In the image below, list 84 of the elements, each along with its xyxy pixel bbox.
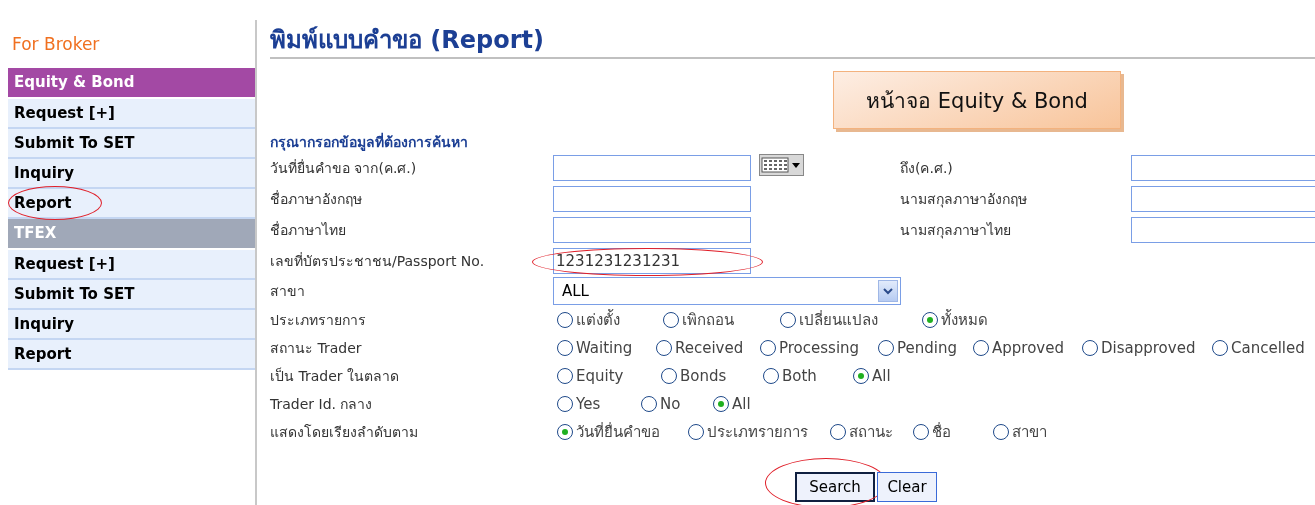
radio-option[interactable]: แต่งตั้ง xyxy=(557,308,663,332)
sidebar-section-header[interactable]: Equity & Bond xyxy=(8,68,255,97)
sidebar-item[interactable]: Request [+] xyxy=(8,99,255,129)
radio-button[interactable] xyxy=(661,368,677,384)
radio-option[interactable]: Yes xyxy=(557,395,641,413)
radio-button[interactable] xyxy=(913,424,929,440)
radio-option[interactable]: All xyxy=(853,367,903,385)
text-field[interactable] xyxy=(553,216,751,243)
field-label: ถึง(ค.ศ.) xyxy=(900,158,954,178)
sidebar-title: For Broker xyxy=(11,33,101,56)
radio-button[interactable] xyxy=(557,312,573,328)
calendar-icon[interactable] xyxy=(759,154,804,176)
radio-button[interactable] xyxy=(688,424,704,440)
radio-button[interactable] xyxy=(993,424,1009,440)
radio-option[interactable]: สถานะ xyxy=(830,420,913,444)
text-field[interactable] xyxy=(1131,216,1315,243)
radio-option[interactable]: Approved xyxy=(973,339,1082,357)
field-label: สถานะ Trader xyxy=(270,339,363,358)
callout-label: หน้าจอ Equity & Bond xyxy=(833,71,1121,129)
field-label: Trader Id. กลาง xyxy=(270,395,374,414)
sidebar-item[interactable]: Report xyxy=(8,189,255,219)
sidebar-item[interactable]: Request [+] xyxy=(8,250,255,280)
branch-dropdown[interactable]: ALL xyxy=(553,277,901,305)
radio-option[interactable]: วันที่ยื่นคำขอ xyxy=(557,420,688,444)
page-title: พิมพ์แบบคำขอ (Report) xyxy=(270,25,545,56)
radio-option[interactable]: Received xyxy=(656,339,760,357)
radio-button[interactable] xyxy=(557,424,573,440)
radio-button[interactable] xyxy=(763,368,779,384)
radio-button[interactable] xyxy=(641,396,657,412)
sidebar-item[interactable]: Inquiry xyxy=(8,159,255,189)
radio-option[interactable]: เพิกถอน xyxy=(663,308,780,332)
radio-button[interactable] xyxy=(830,424,846,440)
radio-option[interactable]: Waiting xyxy=(557,339,656,357)
field-label: เลขที่บัตรประชาชน/Passport No. xyxy=(270,251,486,271)
radio-option[interactable]: Processing xyxy=(760,339,878,357)
radio-button[interactable] xyxy=(656,340,672,356)
radio-option[interactable]: Pending xyxy=(878,339,973,357)
text-field[interactable] xyxy=(553,185,751,212)
radio-option[interactable]: ทั้งหมด xyxy=(922,308,1012,332)
sidebar-item[interactable]: Report xyxy=(8,340,255,370)
radio-button[interactable] xyxy=(922,312,938,328)
radio-button[interactable] xyxy=(713,396,729,412)
radio-button[interactable] xyxy=(557,368,573,384)
radio-button[interactable] xyxy=(973,340,989,356)
field-label: วันที่ยื่นคำขอ จาก(ค.ศ.) xyxy=(270,158,418,178)
radio-option[interactable]: ประเภทรายการ xyxy=(688,420,830,444)
radio-option[interactable]: All xyxy=(713,395,763,413)
sidebar-item[interactable]: Inquiry xyxy=(8,310,255,340)
radio-button[interactable] xyxy=(663,312,679,328)
radio-button[interactable] xyxy=(853,368,869,384)
radio-option[interactable]: Cancelled xyxy=(1212,339,1305,357)
radio-button[interactable] xyxy=(878,340,894,356)
field-label: นามสกุลภาษาอังกฤษ xyxy=(900,189,1028,210)
search-button[interactable]: Search xyxy=(795,472,875,502)
radio-option[interactable]: ชื่อ xyxy=(913,420,993,444)
radio-option[interactable]: Disapproved xyxy=(1082,339,1212,357)
radio-option[interactable]: สาขา xyxy=(993,420,1053,444)
sidebar-item[interactable]: Submit To SET xyxy=(8,280,255,310)
field-label: ประเภทรายการ xyxy=(270,311,367,330)
radio-option[interactable]: Bonds xyxy=(661,367,763,385)
radio-button[interactable] xyxy=(760,340,776,356)
radio-button[interactable] xyxy=(557,396,573,412)
field-label: ชื่อภาษาไทย xyxy=(270,220,347,240)
clear-button[interactable]: Clear xyxy=(877,472,937,502)
text-field[interactable] xyxy=(1131,154,1315,181)
radio-option[interactable]: เปลี่ยนแปลง xyxy=(780,308,922,332)
radio-button[interactable] xyxy=(1082,340,1098,356)
radio-button[interactable] xyxy=(1212,340,1228,356)
radio-button[interactable] xyxy=(780,312,796,328)
field-label: ชื่อภาษาอังกฤษ xyxy=(270,189,363,209)
chevron-down-icon xyxy=(878,280,898,302)
radio-button[interactable] xyxy=(557,340,573,356)
text-field[interactable] xyxy=(1131,185,1315,212)
radio-option[interactable]: No xyxy=(641,395,713,413)
sidebar-item[interactable]: Submit To SET xyxy=(8,129,255,159)
field-label: แสดงโดยเรียงลำดับตาม xyxy=(270,423,419,442)
radio-option[interactable]: Equity xyxy=(557,367,661,385)
field-label: สาขา xyxy=(270,282,306,301)
form-heading: กรุณากรอกข้อมูลที่ต้องการค้นหา xyxy=(270,132,468,152)
radio-option[interactable]: Both xyxy=(763,367,853,385)
text-field[interactable] xyxy=(553,154,751,181)
field-label: เป็น Trader ในตลาด xyxy=(270,366,400,386)
text-field[interactable]: 1231231231231 xyxy=(553,247,751,274)
field-label: นามสกุลภาษาไทย xyxy=(900,220,1012,241)
